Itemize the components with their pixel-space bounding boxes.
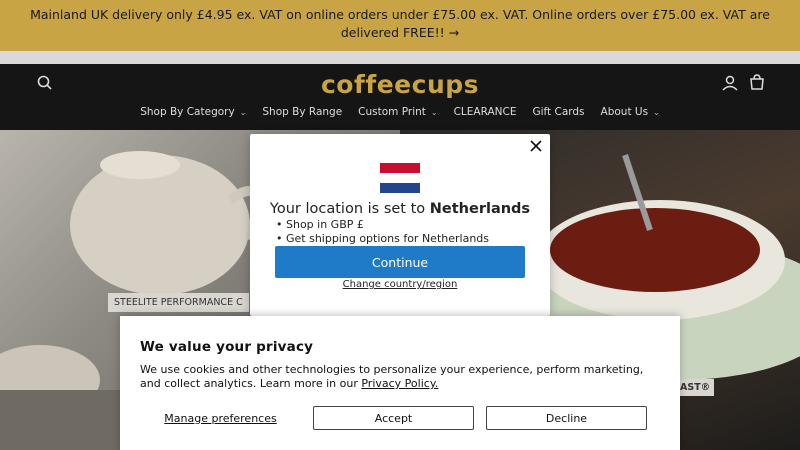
manage-preferences-button[interactable]: Manage preferences bbox=[140, 406, 301, 430]
continue-button[interactable]: Continue bbox=[275, 246, 525, 278]
privacy-policy-link[interactable]: Privacy Policy. bbox=[361, 377, 438, 390]
privacy-text: We use cookies and other technologies to… bbox=[140, 363, 644, 390]
hero-caption-left: STEELITE PERFORMANCE C bbox=[108, 293, 249, 312]
hero-caption-right: AST® bbox=[676, 379, 715, 396]
nav-clearance[interactable]: CLEARANCE bbox=[454, 106, 517, 118]
close-icon[interactable] bbox=[528, 138, 544, 154]
nav-shop-by-range[interactable]: Shop By Range bbox=[262, 106, 342, 118]
chevron-down-icon: ⌄ bbox=[653, 107, 660, 117]
accept-button[interactable]: Accept bbox=[313, 406, 474, 430]
main-nav: Shop By Category ⌄ Shop By Range Custom P… bbox=[0, 106, 800, 118]
divider bbox=[0, 51, 800, 64]
chevron-down-icon: ⌄ bbox=[430, 107, 438, 117]
flag-stripe-blue bbox=[380, 183, 420, 193]
nav-gift-cards[interactable]: Gift Cards bbox=[532, 106, 584, 118]
chevron-down-icon: ⌄ bbox=[239, 107, 247, 117]
nav-shop-by-category[interactable]: Shop By Category ⌄ bbox=[140, 106, 246, 118]
site-header: coffeecups Shop By Category ⌄ Shop By Ran… bbox=[0, 64, 800, 130]
announcement-text[interactable]: Mainland UK delivery only £4.95 ex. VAT … bbox=[30, 7, 770, 40]
account-icon[interactable] bbox=[719, 72, 741, 94]
site-logo[interactable]: coffeecups bbox=[0, 70, 800, 99]
nav-custom-print[interactable]: Custom Print ⌄ bbox=[358, 106, 437, 118]
flag-stripe-white bbox=[380, 173, 420, 183]
location-benefits: • Shop in GBP £ • Get shipping options f… bbox=[276, 218, 489, 246]
netherlands-flag-icon bbox=[380, 163, 420, 193]
nav-about-us[interactable]: About Us ⌄ bbox=[601, 106, 660, 118]
privacy-title: We value your privacy bbox=[140, 339, 314, 355]
location-modal: Your location is set to Netherlands • Sh… bbox=[250, 134, 550, 316]
location-title: Your location is set to Netherlands bbox=[269, 201, 531, 217]
cart-icon[interactable] bbox=[746, 72, 768, 94]
flag-stripe-red bbox=[380, 163, 420, 173]
announcement-bar[interactable]: Mainland UK delivery only £4.95 ex. VAT … bbox=[0, 0, 800, 51]
decline-button[interactable]: Decline bbox=[486, 406, 647, 430]
benefit-currency: • Shop in GBP £ bbox=[276, 218, 364, 231]
benefit-shipping: • Get shipping options for Netherlands bbox=[276, 232, 490, 245]
change-country-link[interactable]: Change country/region bbox=[250, 279, 550, 290]
privacy-banner: We value your privacy We use cookies and… bbox=[120, 316, 680, 450]
location-country: Netherlands bbox=[429, 201, 531, 217]
